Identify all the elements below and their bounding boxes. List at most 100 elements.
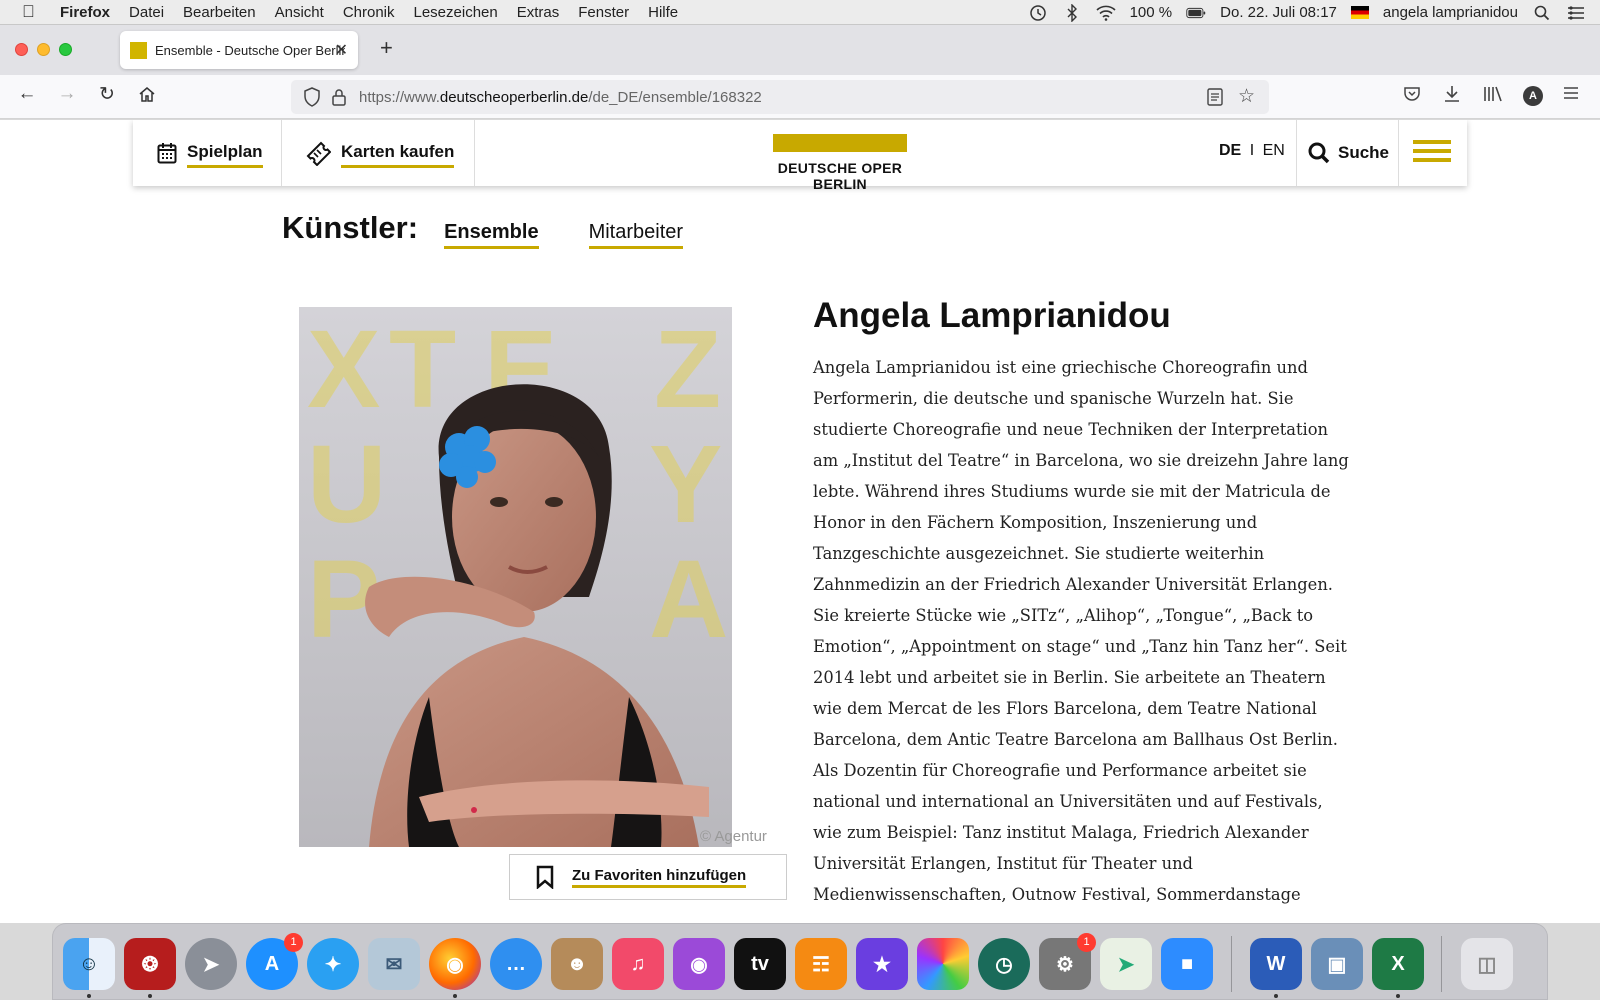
system-preferences-badge: 1: [1077, 933, 1096, 952]
battery-icon[interactable]: [1186, 3, 1206, 23]
artist-name: Angela Lamprianidou: [813, 296, 1171, 335]
menu-chronik[interactable]: Chronik: [343, 4, 395, 21]
account-avatar-icon[interactable]: A: [1523, 86, 1543, 106]
svg-text:Z: Z: [654, 308, 721, 431]
artist-portrait: XTEZ UY PA: [299, 307, 732, 847]
forward-icon[interactable]: →: [53, 83, 81, 105]
app-menu[interactable]: Firefox: [60, 4, 110, 21]
bluetooth-icon[interactable]: [1062, 3, 1082, 23]
window-zoom-button[interactable]: [59, 43, 72, 56]
lang-en[interactable]: EN: [1263, 142, 1285, 159]
books-icon[interactable]: ☶: [795, 938, 847, 990]
spielplan-link[interactable]: Spielplan: [157, 120, 263, 186]
tab-title: Ensemble - Deutsche Oper Berlin: [155, 42, 345, 58]
menubar-clock[interactable]: Do. 22. Juli 08:17: [1220, 4, 1337, 21]
dock-separator: [1441, 936, 1442, 992]
preview-icon[interactable]: ▣: [1311, 938, 1363, 990]
podcasts-icon[interactable]: ◉: [673, 938, 725, 990]
logo-bar: [773, 134, 907, 152]
hamburger-menu-icon[interactable]: [1413, 140, 1451, 166]
lang-separator: I: [1249, 142, 1255, 159]
photos-icon[interactable]: [917, 938, 969, 990]
running-indicator: [1396, 994, 1400, 998]
url-bar[interactable]: https://www.deutscheoperberlin.de/de_DE/…: [291, 80, 1269, 114]
svg-text:T: T: [389, 308, 456, 431]
menubar-user[interactable]: angela lamprianidou: [1383, 4, 1518, 21]
running-indicator: [1274, 994, 1278, 998]
finder-icon[interactable]: ☺: [63, 938, 115, 990]
back-icon[interactable]: ←: [13, 83, 41, 105]
downloads-icon[interactable]: [1443, 85, 1461, 108]
safari-icon[interactable]: ✦: [307, 938, 359, 990]
word-icon[interactable]: W: [1250, 938, 1302, 990]
bookmark-icon: [536, 865, 554, 889]
wifi-icon[interactable]: [1096, 3, 1116, 23]
firefox-icon[interactable]: ◉: [429, 938, 481, 990]
browser-tab[interactable]: Ensemble - Deutsche Oper Berlin ✕: [120, 31, 358, 69]
bookmark-star-icon[interactable]: ☆: [1238, 85, 1255, 108]
ticket-icon: [306, 141, 331, 166]
svg-text:U: U: [307, 423, 386, 546]
window-close-button[interactable]: [15, 43, 28, 56]
artist-biography: Angela Lamprianidou ist eine griechische…: [813, 358, 1349, 904]
input-source-flag-icon[interactable]: [1350, 6, 1369, 19]
imovie-icon[interactable]: ★: [856, 938, 908, 990]
artist-subnav: Künstler: Ensemble Mitarbeiter: [282, 210, 733, 249]
menu-fenster[interactable]: Fenster: [578, 4, 629, 21]
system-preferences-icon[interactable]: ⚙ 1: [1039, 933, 1096, 990]
menu-extras[interactable]: Extras: [517, 4, 560, 21]
reload-icon[interactable]: ↻: [93, 83, 121, 106]
contacts-icon[interactable]: ☻: [551, 938, 603, 990]
music-icon[interactable]: ♫: [612, 938, 664, 990]
subnav-heading: Künstler:: [282, 210, 419, 245]
app-store-icon[interactable]: A1: [246, 933, 303, 990]
tab-mitarbeiter[interactable]: Mitarbeiter: [588, 221, 684, 249]
language-switch: DE I EN: [1219, 142, 1285, 160]
add-to-favorites-button[interactable]: Zu Favoriten hinzufügen: [509, 854, 787, 900]
apple-tv-icon[interactable]: tv: [734, 938, 786, 990]
browser-toolbar: ← → ↻ https://www.deutscheoperberlin.de/…: [0, 75, 1600, 119]
tab-ensemble[interactable]: Ensemble: [444, 221, 539, 249]
control-center-icon[interactable]: [1566, 3, 1586, 23]
svg-text:X: X: [307, 308, 380, 431]
zoom-icon[interactable]: ■: [1161, 938, 1213, 990]
library-icon[interactable]: [1483, 85, 1503, 108]
web-page: Spielplan Karten kaufen DEUTSCHE OPER BE…: [0, 120, 1600, 923]
messages-icon[interactable]: …: [490, 938, 542, 990]
excel-icon[interactable]: X: [1372, 938, 1424, 990]
site-header: Spielplan Karten kaufen DEUTSCHE OPER BE…: [133, 120, 1467, 192]
lock-icon[interactable]: [331, 87, 347, 111]
window-minimize-button[interactable]: [37, 43, 50, 56]
header-divider: [1398, 120, 1399, 186]
header-divider: [281, 120, 282, 186]
menu-ansicht[interactable]: Ansicht: [275, 4, 324, 21]
tab-close-icon[interactable]: ✕: [335, 40, 348, 60]
menu-bearbeiten[interactable]: Bearbeiten: [183, 4, 256, 21]
menu-hilfe[interactable]: Hilfe: [648, 4, 678, 21]
time-machine-app-icon[interactable]: ◷: [978, 938, 1030, 990]
spotlight-icon[interactable]: [1532, 3, 1552, 23]
pocket-icon[interactable]: [1403, 85, 1421, 108]
site-favicon-icon: [130, 41, 147, 59]
menu-lesezeichen[interactable]: Lesezeichen: [414, 4, 498, 21]
mail-icon[interactable]: ✉: [368, 938, 420, 990]
karten-kaufen-link[interactable]: Karten kaufen: [305, 120, 455, 186]
acrobat-icon[interactable]: ❂: [124, 938, 176, 990]
maps-icon[interactable]: ➤: [1100, 938, 1152, 990]
menu-datei[interactable]: Datei: [129, 4, 164, 21]
calendar-icon: [157, 143, 177, 164]
launchpad-icon[interactable]: ➤: [185, 938, 237, 990]
app-menu-icon[interactable]: [1563, 85, 1579, 105]
header-divider: [1296, 120, 1297, 186]
search-button[interactable]: Suche: [1308, 120, 1389, 186]
lang-de[interactable]: DE: [1219, 142, 1241, 159]
home-icon[interactable]: [133, 85, 161, 109]
photo-credit: © Agentur: [700, 828, 767, 845]
apple-menu-icon[interactable]: : [22, 2, 44, 22]
trash-icon[interactable]: ◫: [1461, 938, 1513, 990]
reader-view-icon[interactable]: [1207, 88, 1223, 110]
site-logo[interactable]: DEUTSCHE OPER BERLIN: [753, 134, 927, 192]
tracking-protection-shield-icon[interactable]: [303, 87, 321, 111]
time-machine-icon[interactable]: [1028, 3, 1048, 23]
new-tab-icon[interactable]: +: [380, 35, 393, 61]
